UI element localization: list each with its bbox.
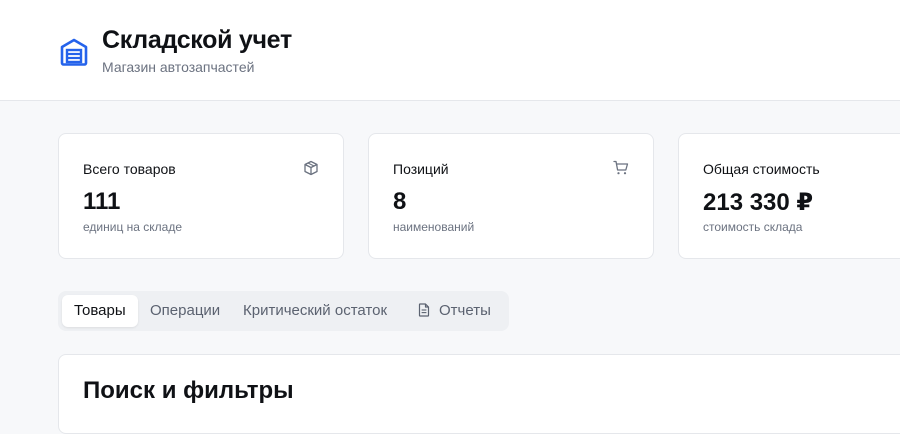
cart-icon [613, 160, 629, 175]
stat-label: Позиций [393, 161, 449, 177]
stat-card-positions: Позиций 8 наименований [368, 133, 654, 259]
stat-value: 8 [393, 188, 407, 215]
tab-operations[interactable]: Операции [138, 295, 232, 327]
stat-value: 111 [83, 188, 121, 215]
tab-label: Товары [74, 302, 126, 319]
stat-caption: наименований [393, 220, 475, 234]
tab-reports[interactable]: Отчеты [405, 295, 503, 327]
tab-bar: Товары Операции Критический остаток Отче… [58, 291, 509, 331]
app-header: Складской учет Магазин автозапчастей [0, 0, 900, 101]
tab-label: Критический остаток [243, 302, 388, 319]
package-icon [304, 160, 318, 176]
filters-title: Поиск и фильтры [83, 377, 294, 404]
stat-caption: единиц на складе [83, 220, 183, 234]
stat-label: Общая стоимость [703, 161, 820, 177]
stat-label: Всего товаров [83, 161, 176, 177]
app-subtitle: Магазин автозапчастей [102, 59, 255, 75]
stat-card-total-value: Общая стоимость 213 330 ₽ стоимость скла… [678, 133, 900, 259]
stat-card-total-items: Всего товаров 111 единиц на складе [58, 133, 344, 259]
tab-label: Операции [150, 302, 221, 319]
stat-caption: стоимость склада [703, 220, 803, 234]
document-icon [418, 303, 430, 317]
tab-label: Отчеты [439, 302, 491, 319]
stat-value: 213 330 ₽ [703, 189, 814, 216]
tab-products[interactable]: Товары [62, 295, 138, 327]
app-title: Складской учет [102, 26, 292, 54]
warehouse-icon [60, 38, 88, 66]
filters-panel: Поиск и фильтры [58, 354, 900, 434]
tab-critical-stock[interactable]: Критический остаток [231, 295, 399, 327]
